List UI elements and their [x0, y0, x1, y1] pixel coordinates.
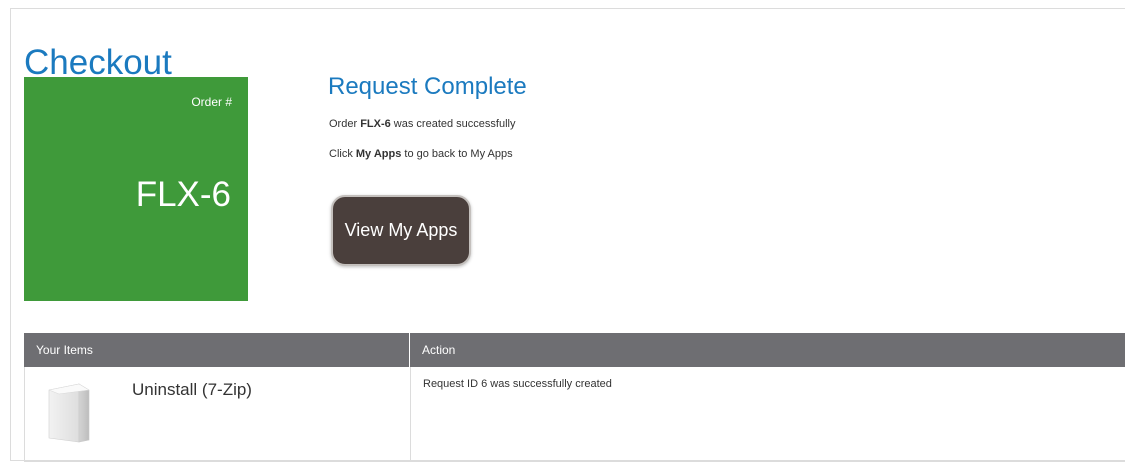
order-number-label: Order # — [191, 95, 232, 109]
order-created-prefix: Order — [329, 118, 361, 130]
table-row: Uninstall (7-Zip) Request ID 6 was succe… — [24, 367, 1125, 462]
order-created-message: Order FLX-6 was created successfully — [329, 118, 515, 130]
back-to-apps-prefix: Click — [329, 148, 356, 160]
back-to-apps-suffix: to go back to My Apps — [401, 148, 513, 160]
items-table-header: Your Items Action — [24, 333, 1125, 367]
back-to-apps-bold: My Apps — [355, 148, 402, 160]
column-header-action: Action — [422, 343, 456, 357]
view-my-apps-button[interactable]: View My Apps — [331, 195, 471, 266]
order-created-id: FLX-6 — [360, 118, 391, 130]
column-header-your-items: Your Items — [24, 333, 410, 367]
back-to-apps-message: Click My Apps to go back to My Apps — [329, 148, 513, 160]
request-complete-heading: Request Complete — [328, 73, 527, 100]
order-number-tile: Order # FLX-6 — [24, 77, 248, 301]
app-box-icon — [48, 383, 90, 443]
order-number-value: FLX-6 — [135, 175, 231, 214]
item-name: Uninstall (7-Zip) — [132, 380, 252, 399]
column-divider — [410, 367, 411, 462]
action-status-text: Request ID 6 was successfully created — [423, 378, 612, 390]
order-created-suffix: was created successfully — [390, 118, 516, 130]
